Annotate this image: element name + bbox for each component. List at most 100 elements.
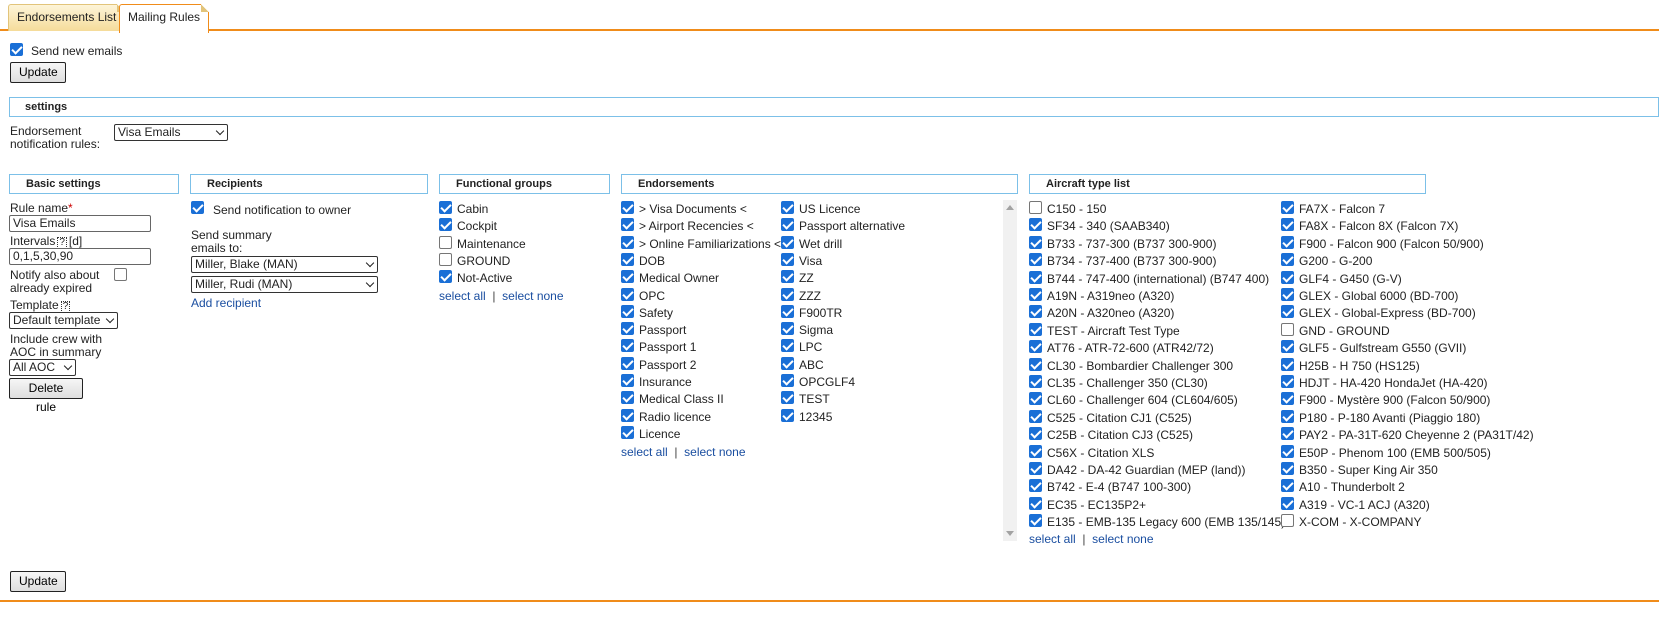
aircraft-type-checkbox[interactable] xyxy=(1029,340,1042,354)
aircraft-type-checkbox[interactable] xyxy=(1029,270,1042,284)
aircraft-type-checkbox[interactable] xyxy=(1029,514,1042,528)
endorsement-checkbox[interactable] xyxy=(621,287,634,301)
endorsement-checkbox[interactable] xyxy=(621,391,634,405)
owner-notification-checkbox[interactable] xyxy=(191,201,204,214)
scroll-up-arrow-icon[interactable] xyxy=(1006,205,1014,210)
endorsement-checkbox[interactable] xyxy=(781,235,794,249)
aircraft-type-checkbox[interactable] xyxy=(1029,305,1042,319)
aircraft-type-label: GLF5 - Gulfstream G550 (GVII) xyxy=(1299,341,1467,356)
functional-group-checkbox[interactable] xyxy=(439,252,452,266)
functional-group-checkbox[interactable] xyxy=(439,270,452,284)
aircraft-type-checkbox[interactable] xyxy=(1029,235,1042,249)
aircraft-type-checkbox[interactable] xyxy=(1281,288,1294,301)
aircraft-type-checkbox[interactable] xyxy=(1281,357,1294,371)
aircraft-type-checkbox[interactable] xyxy=(1281,462,1294,475)
endorsements-scrollbar[interactable] xyxy=(1003,200,1017,541)
endorsement-checkbox[interactable] xyxy=(781,270,794,284)
aircraft-type-checkbox[interactable] xyxy=(1281,305,1294,319)
aircraft-type-checkbox[interactable] xyxy=(1029,253,1042,267)
send-new-emails-checkbox[interactable] xyxy=(10,43,23,56)
recipient-select-2[interactable]: Miller, Rudi (MAN) xyxy=(191,276,378,293)
aircraft-type-checkbox[interactable] xyxy=(1281,218,1294,232)
endorsement-checkbox[interactable] xyxy=(781,218,794,232)
delete-rule-button[interactable]: Delete rule xyxy=(9,378,83,414)
endorsement-checkbox[interactable] xyxy=(621,304,634,318)
endorsement-checkbox[interactable] xyxy=(781,304,794,318)
endorsement-checkbox[interactable] xyxy=(621,218,634,232)
endorsement-checkbox[interactable] xyxy=(621,201,634,214)
select-none-link[interactable]: select none xyxy=(502,289,563,303)
functional-group-checkbox[interactable] xyxy=(439,201,452,214)
aircraft-type-label: B742 - E-4 (B747 100-300) xyxy=(1047,480,1192,495)
endorsement-checkbox[interactable] xyxy=(621,374,634,387)
endorsement-checkbox[interactable] xyxy=(781,322,794,336)
update-button-bottom[interactable]: Update xyxy=(10,571,66,592)
endorsement-checkbox[interactable] xyxy=(621,408,634,422)
notification-rules-select[interactable]: Visa Emails xyxy=(114,124,228,141)
endorsement-checkbox[interactable] xyxy=(621,270,634,284)
aoc-select[interactable]: All AOC xyxy=(9,359,76,376)
aircraft-type-checkbox[interactable] xyxy=(1029,322,1042,336)
endorsement-checkbox[interactable] xyxy=(621,322,634,336)
functional-group-checkbox[interactable] xyxy=(439,218,452,232)
aircraft-type-checkbox[interactable] xyxy=(1029,288,1042,301)
tab-endorsements-list[interactable]: Endorsements List xyxy=(8,4,126,31)
endorsement-checkbox[interactable] xyxy=(781,408,794,422)
intervals-text: Intervals xyxy=(10,234,56,248)
endorsement-checkbox[interactable] xyxy=(781,391,794,405)
aircraft-type-checkbox[interactable] xyxy=(1281,514,1294,528)
intervals-input[interactable]: 0,1,5,30,90 xyxy=(9,248,151,265)
aircraft-type-checkbox[interactable] xyxy=(1029,218,1042,232)
aircraft-type-label: C56X - Citation XLS xyxy=(1047,445,1155,460)
aircraft-type-checkbox[interactable] xyxy=(1281,201,1294,214)
endorsement-checkbox[interactable] xyxy=(621,356,634,370)
scroll-down-arrow-icon[interactable] xyxy=(1006,531,1014,536)
endorsement-checkbox[interactable] xyxy=(781,287,794,301)
select-none-link[interactable]: select none xyxy=(684,445,745,459)
endorsement-checkbox[interactable] xyxy=(781,201,794,214)
tab-mailing-rules[interactable]: Mailing Rules xyxy=(119,4,210,33)
endorsement-checkbox[interactable] xyxy=(781,374,794,387)
endorsement-checkbox[interactable] xyxy=(621,252,634,266)
add-recipient-link[interactable]: Add recipient xyxy=(191,296,261,310)
aircraft-type-checkbox[interactable] xyxy=(1029,496,1042,510)
aircraft-type-checkbox[interactable] xyxy=(1029,357,1042,371)
aircraft-type-checkbox[interactable] xyxy=(1029,479,1042,493)
aircraft-type-checkbox[interactable] xyxy=(1029,444,1042,458)
aircraft-type-checkbox[interactable] xyxy=(1281,427,1294,441)
aircraft-type-label: C25B - Citation CJ3 (C525) xyxy=(1047,428,1194,443)
endorsement-checkbox[interactable] xyxy=(621,235,634,249)
aircraft-type-checkbox[interactable] xyxy=(1029,427,1042,441)
aircraft-type-checkbox[interactable] xyxy=(1281,270,1294,284)
aircraft-type-checkbox[interactable] xyxy=(1281,409,1294,423)
select-all-link[interactable]: select all xyxy=(1029,532,1076,546)
template-select[interactable]: Default template xyxy=(9,312,118,329)
endorsement-checkbox[interactable] xyxy=(781,252,794,266)
aircraft-type-checkbox[interactable] xyxy=(1281,479,1294,493)
notify-expired-checkbox[interactable] xyxy=(114,268,127,281)
aircraft-type-checkbox[interactable] xyxy=(1029,392,1042,406)
aircraft-type-checkbox[interactable] xyxy=(1029,462,1042,475)
aircraft-type-checkbox[interactable] xyxy=(1281,340,1294,354)
aircraft-type-checkbox[interactable] xyxy=(1281,253,1294,267)
rule-name-input[interactable]: Visa Emails xyxy=(9,215,151,232)
functional-group-checkbox[interactable] xyxy=(439,235,452,249)
select-all-link[interactable]: select all xyxy=(439,289,486,303)
endorsement-checkbox[interactable] xyxy=(781,356,794,370)
aircraft-type-checkbox[interactable] xyxy=(1281,322,1294,336)
select-none-link[interactable]: select none xyxy=(1092,532,1153,546)
endorsement-checkbox[interactable] xyxy=(621,339,634,353)
aircraft-type-checkbox[interactable] xyxy=(1029,201,1042,214)
aircraft-type-checkbox[interactable] xyxy=(1281,392,1294,406)
aircraft-type-checkbox[interactable] xyxy=(1281,444,1294,458)
aircraft-type-checkbox[interactable] xyxy=(1281,235,1294,249)
recipient-select-1[interactable]: Miller, Blake (MAN) xyxy=(191,256,378,273)
update-button-top[interactable]: Update xyxy=(10,62,66,83)
endorsement-checkbox[interactable] xyxy=(781,339,794,353)
aircraft-type-checkbox[interactable] xyxy=(1029,409,1042,423)
endorsement-checkbox[interactable] xyxy=(621,425,634,439)
aircraft-type-checkbox[interactable] xyxy=(1281,375,1294,388)
aircraft-type-checkbox[interactable] xyxy=(1029,375,1042,388)
aircraft-type-checkbox[interactable] xyxy=(1281,496,1294,510)
select-all-link[interactable]: select all xyxy=(621,445,668,459)
